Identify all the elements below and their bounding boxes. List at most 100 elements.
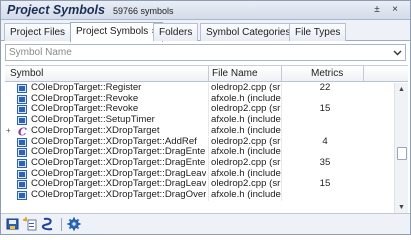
tab-label: Project Files bbox=[10, 27, 66, 38]
scroll-up-icon[interactable]: ▲ bbox=[398, 86, 405, 93]
rename-symbol-icon[interactable] bbox=[41, 217, 55, 231]
column-gridline bbox=[208, 104, 209, 116]
column-gridline bbox=[281, 93, 282, 105]
svg-text:C: C bbox=[18, 127, 27, 136]
column-gridline bbox=[208, 93, 209, 105]
symbol-name-search bbox=[5, 44, 406, 61]
pin-icon[interactable]: ± bbox=[371, 4, 383, 16]
tab-label: Symbol Categories bbox=[206, 27, 291, 38]
table-row[interactable]: COleDropTarget::XDropTarget::DragLeave af… bbox=[5, 168, 393, 180]
metrics-value: 35 bbox=[319, 156, 331, 168]
symbol-name: COleDropTarget::XDropTarget::DragEnter bbox=[31, 157, 206, 168]
table-row[interactable]: COleDropTarget::XDropTarget::DragLeave ol… bbox=[5, 179, 393, 190]
symbol-list: COleDropTarget::Register oledrop2.cpp (sr… bbox=[5, 83, 393, 213]
metrics-value: 15 bbox=[319, 103, 331, 115]
column-gridline bbox=[208, 157, 209, 169]
table-row[interactable]: COleDropTarget::Revoke oledrop2.cpp (sr 15 bbox=[5, 103, 393, 116]
file-name: afxole.h (include bbox=[211, 147, 281, 158]
column-gridline bbox=[281, 125, 282, 137]
method-icon bbox=[17, 94, 27, 104]
expand-icon[interactable]: + bbox=[6, 126, 13, 135]
vertical-scrollbar[interactable]: ▲ ▼ bbox=[394, 83, 408, 213]
file-name: oledrop2.cpp (sr bbox=[211, 179, 281, 190]
file-name: oledrop2.cpp (sr bbox=[211, 157, 281, 168]
tab-strip: Project Files Project Symbols× Folders S… bbox=[1, 20, 410, 42]
symbol-name: COleDropTarget::XDropTarget::AddRef bbox=[31, 136, 197, 147]
tab-label: Folders bbox=[159, 27, 193, 38]
symbols-grid: Symbol File Name Metrics COleDropTarget:… bbox=[5, 65, 408, 213]
column-gridline bbox=[208, 190, 209, 201]
file-name: oledrop2.cpp (sr bbox=[211, 136, 281, 147]
scroll-down-icon[interactable]: ▼ bbox=[398, 204, 405, 211]
symbol-name: COleDropTarget::XDropTarget::DragEnter bbox=[31, 147, 206, 158]
column-gridline bbox=[208, 136, 209, 148]
tab-folders[interactable]: Folders bbox=[153, 23, 199, 41]
symbol-name: COleDropTarget::Revoke bbox=[31, 93, 139, 104]
table-row[interactable]: COleDropTarget::XDropTarget::AddRef oledr… bbox=[5, 135, 393, 148]
table-row[interactable]: COleDropTarget::Revoke afxole.h (include bbox=[5, 93, 393, 105]
column-divider[interactable] bbox=[281, 66, 282, 82]
file-name: afxole.h (include bbox=[211, 190, 281, 200]
column-gridline bbox=[281, 115, 282, 126]
grid-header: Symbol File Name Metrics bbox=[5, 66, 408, 82]
file-name: oledrop2.cpp (sr bbox=[211, 83, 281, 93]
file-name: afxole.h (include bbox=[211, 93, 281, 104]
column-gridline bbox=[281, 104, 282, 116]
symbol-name: COleDropTarget::XDropTarget::DragOver bbox=[31, 190, 206, 200]
method-icon bbox=[17, 169, 27, 179]
column-gridline bbox=[281, 136, 282, 148]
column-gridline bbox=[281, 83, 282, 94]
column-gridline bbox=[281, 168, 282, 180]
table-row[interactable]: + C COleDropTarget::XDropTarget afxole.h (i… bbox=[5, 125, 393, 137]
close-icon[interactable]: × bbox=[389, 4, 401, 16]
symbol-name: COleDropTarget::XDropTarget bbox=[31, 125, 160, 136]
symbol-count: 59766 symbols bbox=[113, 6, 174, 16]
symbol-name: COleDropTarget::Revoke bbox=[31, 104, 139, 115]
symbol-name: COleDropTarget::SetupTimer bbox=[31, 115, 155, 126]
method-icon bbox=[17, 158, 27, 168]
symbol-name: COleDropTarget::XDropTarget::DragLeave bbox=[31, 179, 206, 190]
table-row[interactable]: COleDropTarget::XDropTarget::DragEnter ol… bbox=[5, 156, 393, 169]
chevron-down-icon[interactable] bbox=[393, 48, 402, 57]
settings-gear-icon[interactable] bbox=[67, 217, 81, 231]
column-gridline bbox=[281, 157, 282, 169]
symbol-name: COleDropTarget::XDropTarget::DragLeave bbox=[31, 168, 206, 179]
method-icon bbox=[17, 148, 27, 158]
column-header-metrics[interactable]: Metrics bbox=[311, 68, 343, 79]
column-header-file-name[interactable]: File Name bbox=[212, 68, 258, 79]
tab-symbol-categories[interactable]: Symbol Categories bbox=[200, 23, 297, 41]
scrollbar-thumb[interactable] bbox=[397, 147, 407, 161]
tab-label: File Types bbox=[295, 27, 341, 38]
toolbar-separator bbox=[61, 218, 62, 231]
column-gridline bbox=[208, 168, 209, 180]
tab-project-files[interactable]: Project Files bbox=[4, 23, 72, 41]
file-name: afxole.h (include bbox=[211, 125, 281, 136]
table-row[interactable]: COleDropTarget::XDropTarget::DragEnter af… bbox=[5, 147, 393, 158]
column-gridline bbox=[208, 115, 209, 126]
file-name: afxole.h (include bbox=[211, 115, 281, 126]
method-icon bbox=[17, 191, 27, 200]
new-symbol-icon[interactable] bbox=[23, 217, 37, 231]
column-gridline bbox=[281, 190, 282, 201]
file-name: oledrop2.cpp (sr bbox=[211, 104, 281, 115]
column-gridline bbox=[208, 179, 209, 190]
table-row[interactable]: COleDropTarget::XDropTarget::DragOver afx… bbox=[5, 190, 393, 201]
table-row[interactable]: COleDropTarget::SetupTimer afxole.h (incl… bbox=[5, 115, 393, 126]
method-icon bbox=[17, 116, 27, 126]
column-gridline bbox=[208, 83, 209, 94]
tab-project-symbols[interactable]: Project Symbols× bbox=[70, 22, 163, 42]
symbol-name: COleDropTarget::Register bbox=[31, 83, 142, 93]
table-row[interactable]: COleDropTarget::Register oledrop2.cpp (sr… bbox=[5, 83, 393, 94]
title-bar: Project Symbols 59766 symbols ± × bbox=[1, 1, 410, 20]
column-divider[interactable] bbox=[363, 66, 364, 82]
column-divider[interactable] bbox=[208, 66, 209, 82]
method-icon bbox=[17, 84, 27, 93]
column-gridline bbox=[281, 147, 282, 158]
search-input[interactable] bbox=[9, 46, 389, 59]
metrics-value: 4 bbox=[322, 135, 328, 147]
tab-file-types[interactable]: File Types bbox=[289, 23, 347, 41]
column-header-symbol[interactable]: Symbol bbox=[10, 68, 43, 79]
method-icon bbox=[17, 105, 27, 115]
save-symbols-icon[interactable] bbox=[6, 217, 20, 231]
metrics-value: 22 bbox=[319, 83, 331, 93]
